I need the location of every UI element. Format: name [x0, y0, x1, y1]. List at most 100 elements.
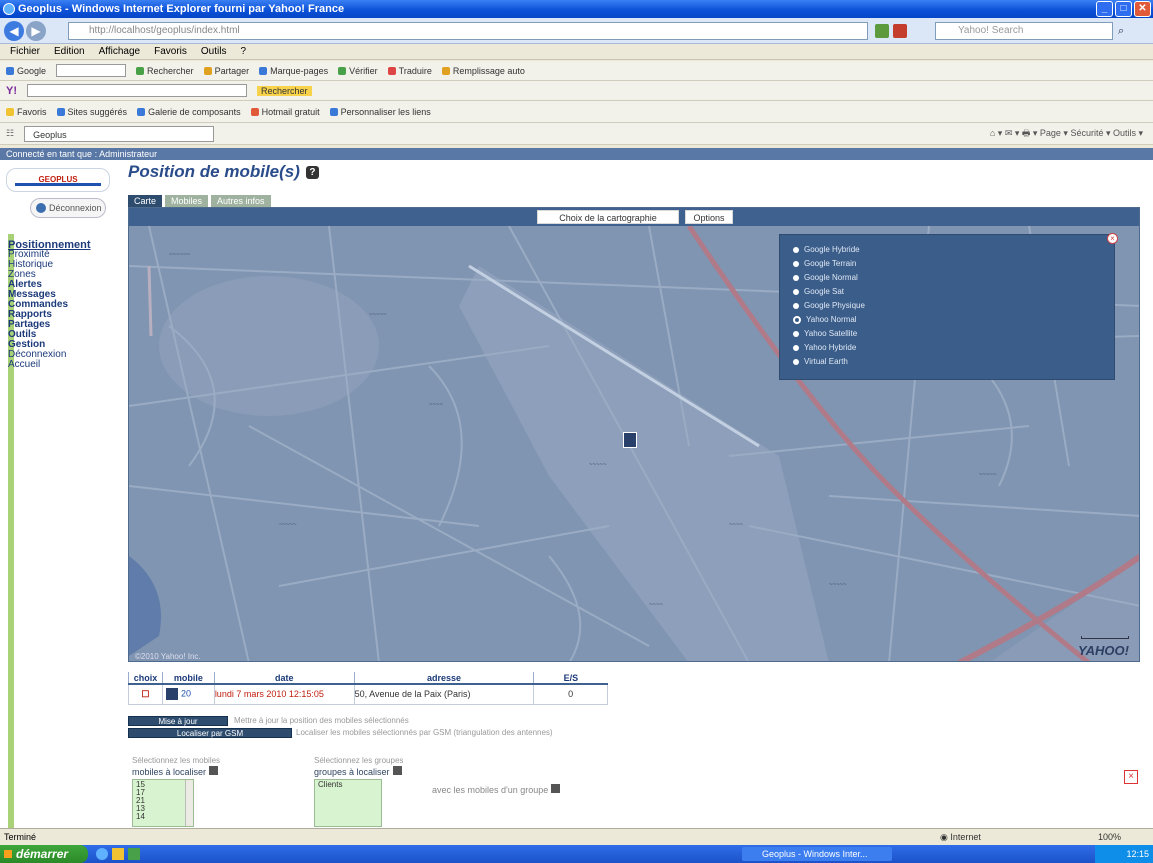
address-bar: ◀ ▶ http://localhost/geoplus/index.html …	[0, 18, 1153, 44]
menu-edit[interactable]: Edition	[54, 44, 85, 59]
radio-icon[interactable]	[793, 302, 799, 309]
menu-view[interactable]: Affichage	[99, 44, 141, 59]
minimize-button[interactable]: _	[1096, 1, 1113, 17]
back-button[interactable]: ◀	[4, 21, 24, 41]
yahoo-search-input[interactable]	[27, 84, 247, 97]
listbox-scrollbar[interactable]	[185, 780, 193, 826]
layer-google-hybride[interactable]: Google Hybride	[793, 243, 860, 257]
taskbar-item-geoplus[interactable]: Geoplus - Windows Inter...	[742, 847, 892, 861]
radio-icon[interactable]	[793, 260, 799, 267]
toolbar-autofill[interactable]: Remplissage auto	[441, 66, 525, 76]
mobiles-listbox[interactable]: 15 17 21 13 14	[132, 779, 194, 827]
search-input[interactable]: Yahoo! Search	[935, 22, 1113, 40]
tab-autres[interactable]: Autres infos	[211, 195, 271, 207]
header-date: date	[213, 672, 355, 685]
close-layers-icon[interactable]: ×	[1107, 233, 1118, 244]
internet-zone: ◉ Internet	[940, 832, 981, 842]
window-title: Geoplus - Windows Internet Explorer four…	[18, 3, 345, 15]
menu-help[interactable]: ?	[240, 44, 246, 59]
radio-icon[interactable]	[793, 288, 799, 295]
forward-button[interactable]: ▶	[26, 21, 46, 41]
toolbar-translate[interactable]: Traduire	[387, 66, 432, 76]
groups-listbox[interactable]: Clients	[314, 779, 382, 827]
search-icon[interactable]: ⌕	[1118, 25, 1124, 38]
link-suggested[interactable]: Sites suggérés	[56, 107, 127, 117]
layer-google-physique[interactable]: Google Physique	[793, 299, 865, 313]
layer-google-sat[interactable]: Google Sat	[793, 285, 844, 299]
mobile-marker-icon[interactable]	[623, 432, 637, 448]
info-icon[interactable]	[392, 766, 402, 775]
map-canvas[interactable]: ~~~~~~ ~~~~~ ~~~~ ~~~~~ ~~~~ ~~~~~ ~~~~~ ~~~~…	[129, 226, 1139, 661]
radio-icon[interactable]	[793, 358, 799, 365]
status-text: Terminé	[4, 832, 37, 842]
update-note: Mettre à jour la position des mobiles sé…	[234, 716, 409, 725]
toolbar-search[interactable]: Rechercher	[136, 66, 194, 76]
svg-text:~~~~: ~~~~	[729, 522, 744, 528]
link-gallery[interactable]: Galerie de composants	[137, 107, 241, 117]
layer-google-terrain[interactable]: Google Terrain	[793, 257, 856, 271]
groups-hint: Sélectionnez les groupes	[314, 756, 404, 765]
zoom-level[interactable]: 100%	[1098, 829, 1121, 846]
close-icon[interactable]: ×	[1124, 770, 1138, 784]
maximize-button[interactable]: □	[1115, 1, 1132, 17]
google-search-input[interactable]	[56, 64, 127, 77]
tab-carte[interactable]: Carte	[128, 195, 163, 207]
toolbar-check[interactable]: Vérifier	[338, 66, 378, 76]
layer-yahoo-normal[interactable]: Yahoo Normal	[793, 313, 857, 327]
locate-note: Localiser les mobiles sélectionnés par G…	[296, 728, 553, 737]
table-row[interactable]: ☐ 20 lundi 7 mars 2010 12:15:05 50, Aven…	[128, 683, 608, 705]
tab-list-icon[interactable]: ☷	[6, 128, 14, 139]
browser-tab[interactable]: Geoplus	[24, 125, 215, 142]
start-button[interactable]: démarrer	[0, 845, 88, 863]
link-hotmail[interactable]: Hotmail gratuit	[250, 107, 320, 117]
info-icon[interactable]	[551, 784, 561, 793]
radio-icon[interactable]	[793, 274, 799, 281]
map-toolbar: Choix de la cartographie Options	[129, 208, 1139, 226]
radio-icon[interactable]	[793, 344, 799, 351]
layer-yahoo-hybride[interactable]: Yahoo Hybride	[793, 341, 856, 355]
cartography-button[interactable]: Choix de la cartographie	[537, 210, 679, 224]
power-icon	[36, 203, 46, 213]
link-customize[interactable]: Personnaliser les liens	[329, 107, 431, 117]
folder-icon[interactable]	[112, 848, 124, 860]
system-tray: 12:15	[1095, 845, 1153, 863]
locate-gsm-button[interactable]: Localiser par GSM	[128, 728, 292, 738]
ie-icon[interactable]	[96, 848, 108, 860]
header-mobile: mobile	[161, 672, 215, 685]
toolbar-google[interactable]: Google	[6, 66, 46, 76]
refresh-icon[interactable]	[875, 24, 889, 38]
url-input[interactable]: http://localhost/geoplus/index.html	[68, 22, 868, 40]
tab-mobiles[interactable]: Mobiles	[165, 195, 209, 207]
radio-icon[interactable]	[793, 246, 799, 253]
menu-file[interactable]: Fichier	[10, 44, 40, 59]
row-checkbox[interactable]: ☐	[128, 683, 163, 705]
menu-favorites[interactable]: Favoris	[154, 44, 187, 59]
yahoo-search-button[interactable]: Rechercher	[257, 85, 312, 96]
layer-virtual-earth[interactable]: Virtual Earth	[793, 355, 848, 369]
favorites-star-icon[interactable]: Favoris	[6, 107, 47, 117]
radio-icon[interactable]	[793, 330, 799, 337]
menu-tools[interactable]: Outils	[201, 44, 227, 59]
close-window-button[interactable]: ✕	[1134, 1, 1151, 17]
nav-item-accueil[interactable]: Accueil	[8, 360, 91, 370]
stop-icon[interactable]	[893, 24, 907, 38]
toolbar-share[interactable]: Partager	[203, 66, 249, 76]
logout-button[interactable]: Déconnexion	[30, 198, 106, 218]
layer-google-normal[interactable]: Google Normal	[793, 271, 858, 285]
svg-text:~~~~~: ~~~~~	[369, 312, 387, 318]
help-icon[interactable]: ?	[305, 166, 319, 180]
toolbar-bookmarks[interactable]: Marque-pages	[259, 66, 328, 76]
options-button[interactable]: Options	[685, 210, 733, 224]
layer-yahoo-satellite[interactable]: Yahoo Satellite	[793, 327, 857, 341]
list-item[interactable]: Clients	[318, 781, 378, 789]
mobile-car-icon	[165, 688, 178, 701]
info-icon[interactable]	[209, 766, 219, 775]
app-logo[interactable]: GEOPLUS	[6, 168, 110, 192]
row-mobile: 20	[161, 683, 215, 705]
desktop-icon[interactable]	[128, 848, 140, 860]
list-item[interactable]: 14	[136, 813, 190, 821]
command-bar-icons[interactable]: ⌂ ▾ ✉ ▾ 🖶 ▾ Page ▾ Sécurité ▾ Outils ▾	[990, 126, 1143, 142]
status-bar: Terminé ◉ Internet 100%	[0, 828, 1153, 845]
update-button[interactable]: Mise à jour	[128, 716, 228, 726]
radio-checked-icon[interactable]	[793, 315, 801, 324]
